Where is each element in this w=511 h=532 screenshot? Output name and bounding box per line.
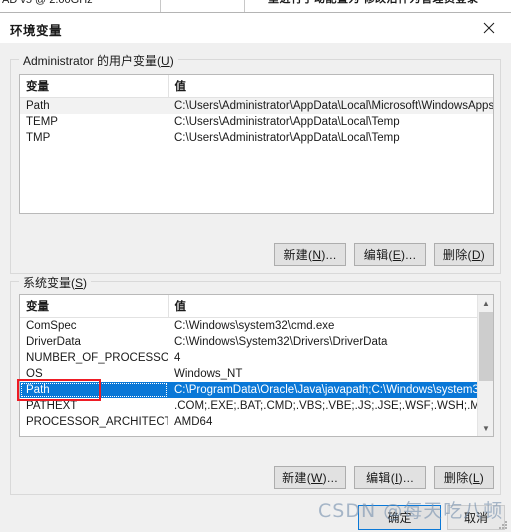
cancel-button-label: 取消 [463, 511, 488, 525]
column-header-value[interactable]: 值 [168, 75, 493, 98]
table-header-row: 变量 值 [20, 75, 493, 98]
user-variables-group: Administrator 的用户变量(U) 变量 值 Path C:\Users… [10, 52, 501, 274]
system-variables-label: 系统变量(S) [19, 274, 92, 291]
table-row[interactable]: DriverData C:\Windows\System32\Drivers\Dr… [20, 334, 493, 350]
user-new-accesskey: N [312, 247, 322, 262]
system-new-button[interactable]: 新建(W)... [274, 466, 346, 489]
system-edit-button[interactable]: 编辑(I)... [354, 466, 426, 489]
dialog-titlebar[interactable]: 环境变量 [0, 13, 511, 43]
cell-variable-value: C:\Users\Administrator\AppData\Local\Tem… [174, 131, 400, 144]
user-variables-list[interactable]: 变量 值 Path C:\Users\Administrator\AppData\… [19, 74, 494, 214]
system-edit-label-suffix: )... [398, 470, 414, 485]
system-variables-label-prefix: 系统变量( [23, 276, 75, 290]
table-row[interactable]: TEMP C:\Users\Administrator\AppData\Local… [20, 114, 493, 130]
cell-variable-name: PATHEXT [26, 399, 78, 412]
user-new-label-suffix: )... [321, 247, 337, 262]
dialog-title: 环境变量 [10, 24, 63, 38]
close-icon[interactable] [466, 13, 511, 43]
cell-variable-value: 4 [174, 351, 181, 364]
background-divider-2 [244, 0, 245, 12]
cell-variable-value: C:\Users\Administrator\AppData\Local\Tem… [174, 115, 400, 128]
cell-variable-value: C:\Windows\System32\Drivers\DriverData [174, 335, 388, 348]
cell-variable-value: C:\Windows\system32\cmd.exe [174, 319, 335, 332]
environment-variables-dialog: 环境变量 Administrator 的用户变量(U) 变量 值 Path C:… [0, 12, 511, 532]
column-header-variable[interactable]: 变量 [20, 75, 169, 98]
system-variables-group: 系统变量(S) 变量 值 ComSpec C:\Windows\system32\… [10, 274, 501, 495]
scrollbar-thumb[interactable] [479, 312, 493, 381]
system-list-scrollbar[interactable]: ▲ ▼ [477, 295, 493, 436]
system-delete-label-suffix: ) [479, 470, 485, 485]
cell-variable-name: NUMBER_OF_PROCESSORS [26, 351, 168, 364]
user-delete-label-suffix: ) [480, 247, 486, 262]
cell-variable-name: OS [26, 367, 43, 380]
cell-variable-name: DriverData [26, 335, 81, 348]
dialog-body: Administrator 的用户变量(U) 变量 值 Path C:\Users… [0, 43, 511, 532]
system-edit-label-prefix: 编辑( [366, 471, 396, 485]
user-variables-label-suffix: ) [169, 54, 174, 68]
user-delete-accesskey: D [471, 247, 481, 262]
resize-grip-icon[interactable] [498, 520, 508, 530]
cell-variable-name: Path [20, 97, 168, 114]
user-edit-accesskey: E [392, 247, 401, 262]
cell-variable-value: C:\ProgramData\Oracle\Java\javapath;C:\W… [168, 381, 493, 398]
system-variables-table: 变量 值 ComSpec C:\Windows\system32\cmd.exe D… [20, 295, 493, 430]
background-cpu-text: AD v5 @ 2.00GHz [2, 0, 93, 6]
user-variables-label-prefix: Administrator 的用户变量( [23, 54, 162, 68]
table-row[interactable]: PROCESSOR_ARCHITECTU... AMD64 [20, 414, 493, 430]
scroll-down-icon[interactable]: ▼ [478, 420, 493, 436]
cancel-button[interactable]: 取消 [447, 505, 505, 530]
background-window-strip: AD v5 @ 2.00GHz 重进行手动配置为 修改活件为管理员登录 [0, 0, 511, 12]
table-row[interactable]: Path C:\Users\Administrator\AppData\Local… [20, 97, 493, 114]
cell-variable-name: PROCESSOR_ARCHITECTU... [26, 415, 168, 428]
system-new-accesskey: W [311, 470, 323, 485]
ok-button[interactable]: 确定 [358, 505, 441, 530]
background-notice-text: 重进行手动配置为 修改活件为管理员登录 [268, 0, 479, 7]
system-new-label-suffix: )... [322, 470, 338, 485]
system-variables-list[interactable]: 变量 值 ComSpec C:\Windows\system32\cmd.exe D… [19, 294, 494, 437]
cell-variable-value: .COM;.EXE;.BAT;.CMD;.VBS;.VBE;.JS;.JSE;.… [174, 399, 493, 412]
table-row[interactable]: OS Windows_NT [20, 366, 493, 382]
system-new-label-prefix: 新建( [282, 471, 312, 485]
table-row[interactable]: PATHEXT .COM;.EXE;.BAT;.CMD;.VBS;.VBE;.JS… [20, 398, 493, 414]
table-row[interactable]: Path C:\ProgramData\Oracle\Java\javapath;… [20, 381, 493, 398]
user-edit-label-suffix: )... [401, 247, 417, 262]
background-divider-1 [160, 0, 161, 12]
cell-variable-value: Windows_NT [174, 367, 243, 380]
system-variables-label-suffix: ) [83, 276, 88, 290]
table-row[interactable]: NUMBER_OF_PROCESSORS 4 [20, 350, 493, 366]
column-header-value[interactable]: 值 [168, 295, 493, 318]
system-delete-label-prefix: 删除( [443, 471, 473, 485]
table-row[interactable]: TMP C:\Users\Administrator\AppData\Local\… [20, 130, 493, 146]
system-variables-accesskey: S [75, 276, 84, 290]
column-header-variable[interactable]: 变量 [20, 295, 169, 318]
user-delete-button[interactable]: 删除(D) [434, 243, 494, 266]
cell-variable-name: TEMP [26, 115, 58, 128]
user-variables-label: Administrator 的用户变量(U) [19, 52, 178, 69]
system-delete-button[interactable]: 删除(L) [434, 466, 494, 489]
cell-variable-value: AMD64 [174, 415, 213, 428]
user-variables-accesskey: U [161, 54, 170, 68]
user-edit-button[interactable]: 编辑(E)... [354, 243, 426, 266]
ok-button-label: 确定 [387, 511, 412, 525]
cell-variable-name: ComSpec [26, 319, 77, 332]
user-new-label-prefix: 新建( [283, 248, 313, 262]
cell-variable-name: TMP [26, 131, 51, 144]
user-variables-table: 变量 值 Path C:\Users\Administrator\AppData\… [20, 75, 493, 146]
table-row[interactable]: ComSpec C:\Windows\system32\cmd.exe [20, 318, 493, 334]
user-delete-label-prefix: 删除( [442, 248, 472, 262]
scroll-up-icon[interactable]: ▲ [478, 295, 493, 311]
cell-variable-value: C:\Users\Administrator\AppData\Local\Mic… [168, 97, 493, 114]
user-edit-label-prefix: 编辑( [363, 248, 393, 262]
system-delete-accesskey: L [472, 470, 480, 485]
user-new-button[interactable]: 新建(N)... [274, 243, 346, 266]
cell-variable-name: Path [20, 381, 168, 398]
table-header-row: 变量 值 [20, 295, 493, 318]
